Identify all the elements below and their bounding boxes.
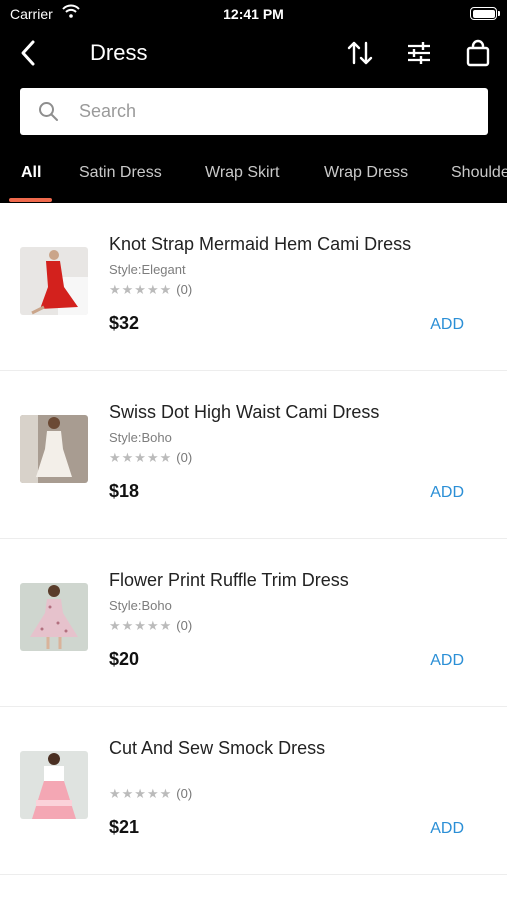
product-style: Style:Boho [109,598,172,613]
active-tab-indicator [9,198,52,202]
product-item[interactable]: Knot Strap Mermaid Hem Cami Dress Style:… [0,203,507,371]
product-price: $32 [109,313,140,333]
tab-wrap-skirt[interactable]: Wrap Skirt [205,164,279,182]
tab-satin-dress[interactable]: Satin Dress [79,164,162,182]
back-arrow-icon[interactable] [16,38,40,68]
add-button[interactable]: ADD [430,652,464,670]
product-name[interactable]: Cut And Sew Smock Dress [109,738,325,759]
product-name[interactable]: Flower Print Ruffle Trim Dress [109,570,349,591]
product-item[interactable]: Cut And Sew Smock Dress ★★★★★ (0) $21 ADD [0,707,507,875]
star-rating: ★★★★★ [109,450,173,465]
product-name[interactable]: Swiss Dot High Waist Cami Dress [109,402,379,423]
product-price: $20 [109,649,140,669]
rating-stars: ★★★★★ (0) [109,450,192,466]
sort-icon[interactable] [345,38,375,68]
rating-stars: ★★★★★ (0) [109,282,192,298]
review-count: (0) [176,618,193,633]
product-item[interactable]: Swiss Dot High Waist Cami Dress Style:Bo… [0,371,507,539]
category-tabs: All Satin Dress Wrap Skirt Wrap Dress Sh… [0,150,507,203]
add-button[interactable]: ADD [430,820,464,838]
review-count: (0) [176,282,193,297]
star-rating: ★★★★★ [109,786,173,801]
shopping-bag-icon[interactable] [463,38,493,68]
tab-shoulder[interactable]: Shoulde [451,164,507,182]
product-price: $18 [109,481,140,501]
clock: 12:41 PM [223,6,284,22]
add-button[interactable]: ADD [430,484,464,502]
search-placeholder: Search [79,101,137,121]
product-style: Style:Elegant [109,262,186,277]
star-rating: ★★★★★ [109,618,173,633]
rating-stars: ★★★★★ (0) [109,618,192,634]
tab-wrap-dress[interactable]: Wrap Dress [324,164,408,182]
rating-stars: ★★★★★ (0) [109,786,192,802]
product-thumbnail[interactable] [20,751,88,819]
review-count: (0) [176,786,193,801]
star-rating: ★★★★★ [109,282,173,297]
product-thumbnail[interactable] [20,415,88,483]
battery-icon [470,7,500,20]
product-name[interactable]: Knot Strap Mermaid Hem Cami Dress [109,234,411,255]
add-button[interactable]: ADD [430,316,464,334]
tab-all[interactable]: All [21,164,41,182]
product-price: $21 [109,817,140,837]
page-title: Dress [90,40,148,65]
search-input[interactable]: Search [20,88,488,135]
product-style: Style:Boho [109,430,172,445]
nav-bar: Dress [0,30,507,76]
search-icon [38,101,59,122]
review-count: (0) [176,450,193,465]
product-item[interactable]: Flower Print Ruffle Trim Dress Style:Boh… [0,539,507,707]
product-thumbnail[interactable] [20,583,88,651]
filter-icon[interactable] [404,38,434,68]
header: Carrier 12:41 PM Dress Search All Satin … [0,0,507,203]
product-thumbnail[interactable] [20,247,88,315]
status-bar: Carrier 12:41 PM [0,0,507,28]
